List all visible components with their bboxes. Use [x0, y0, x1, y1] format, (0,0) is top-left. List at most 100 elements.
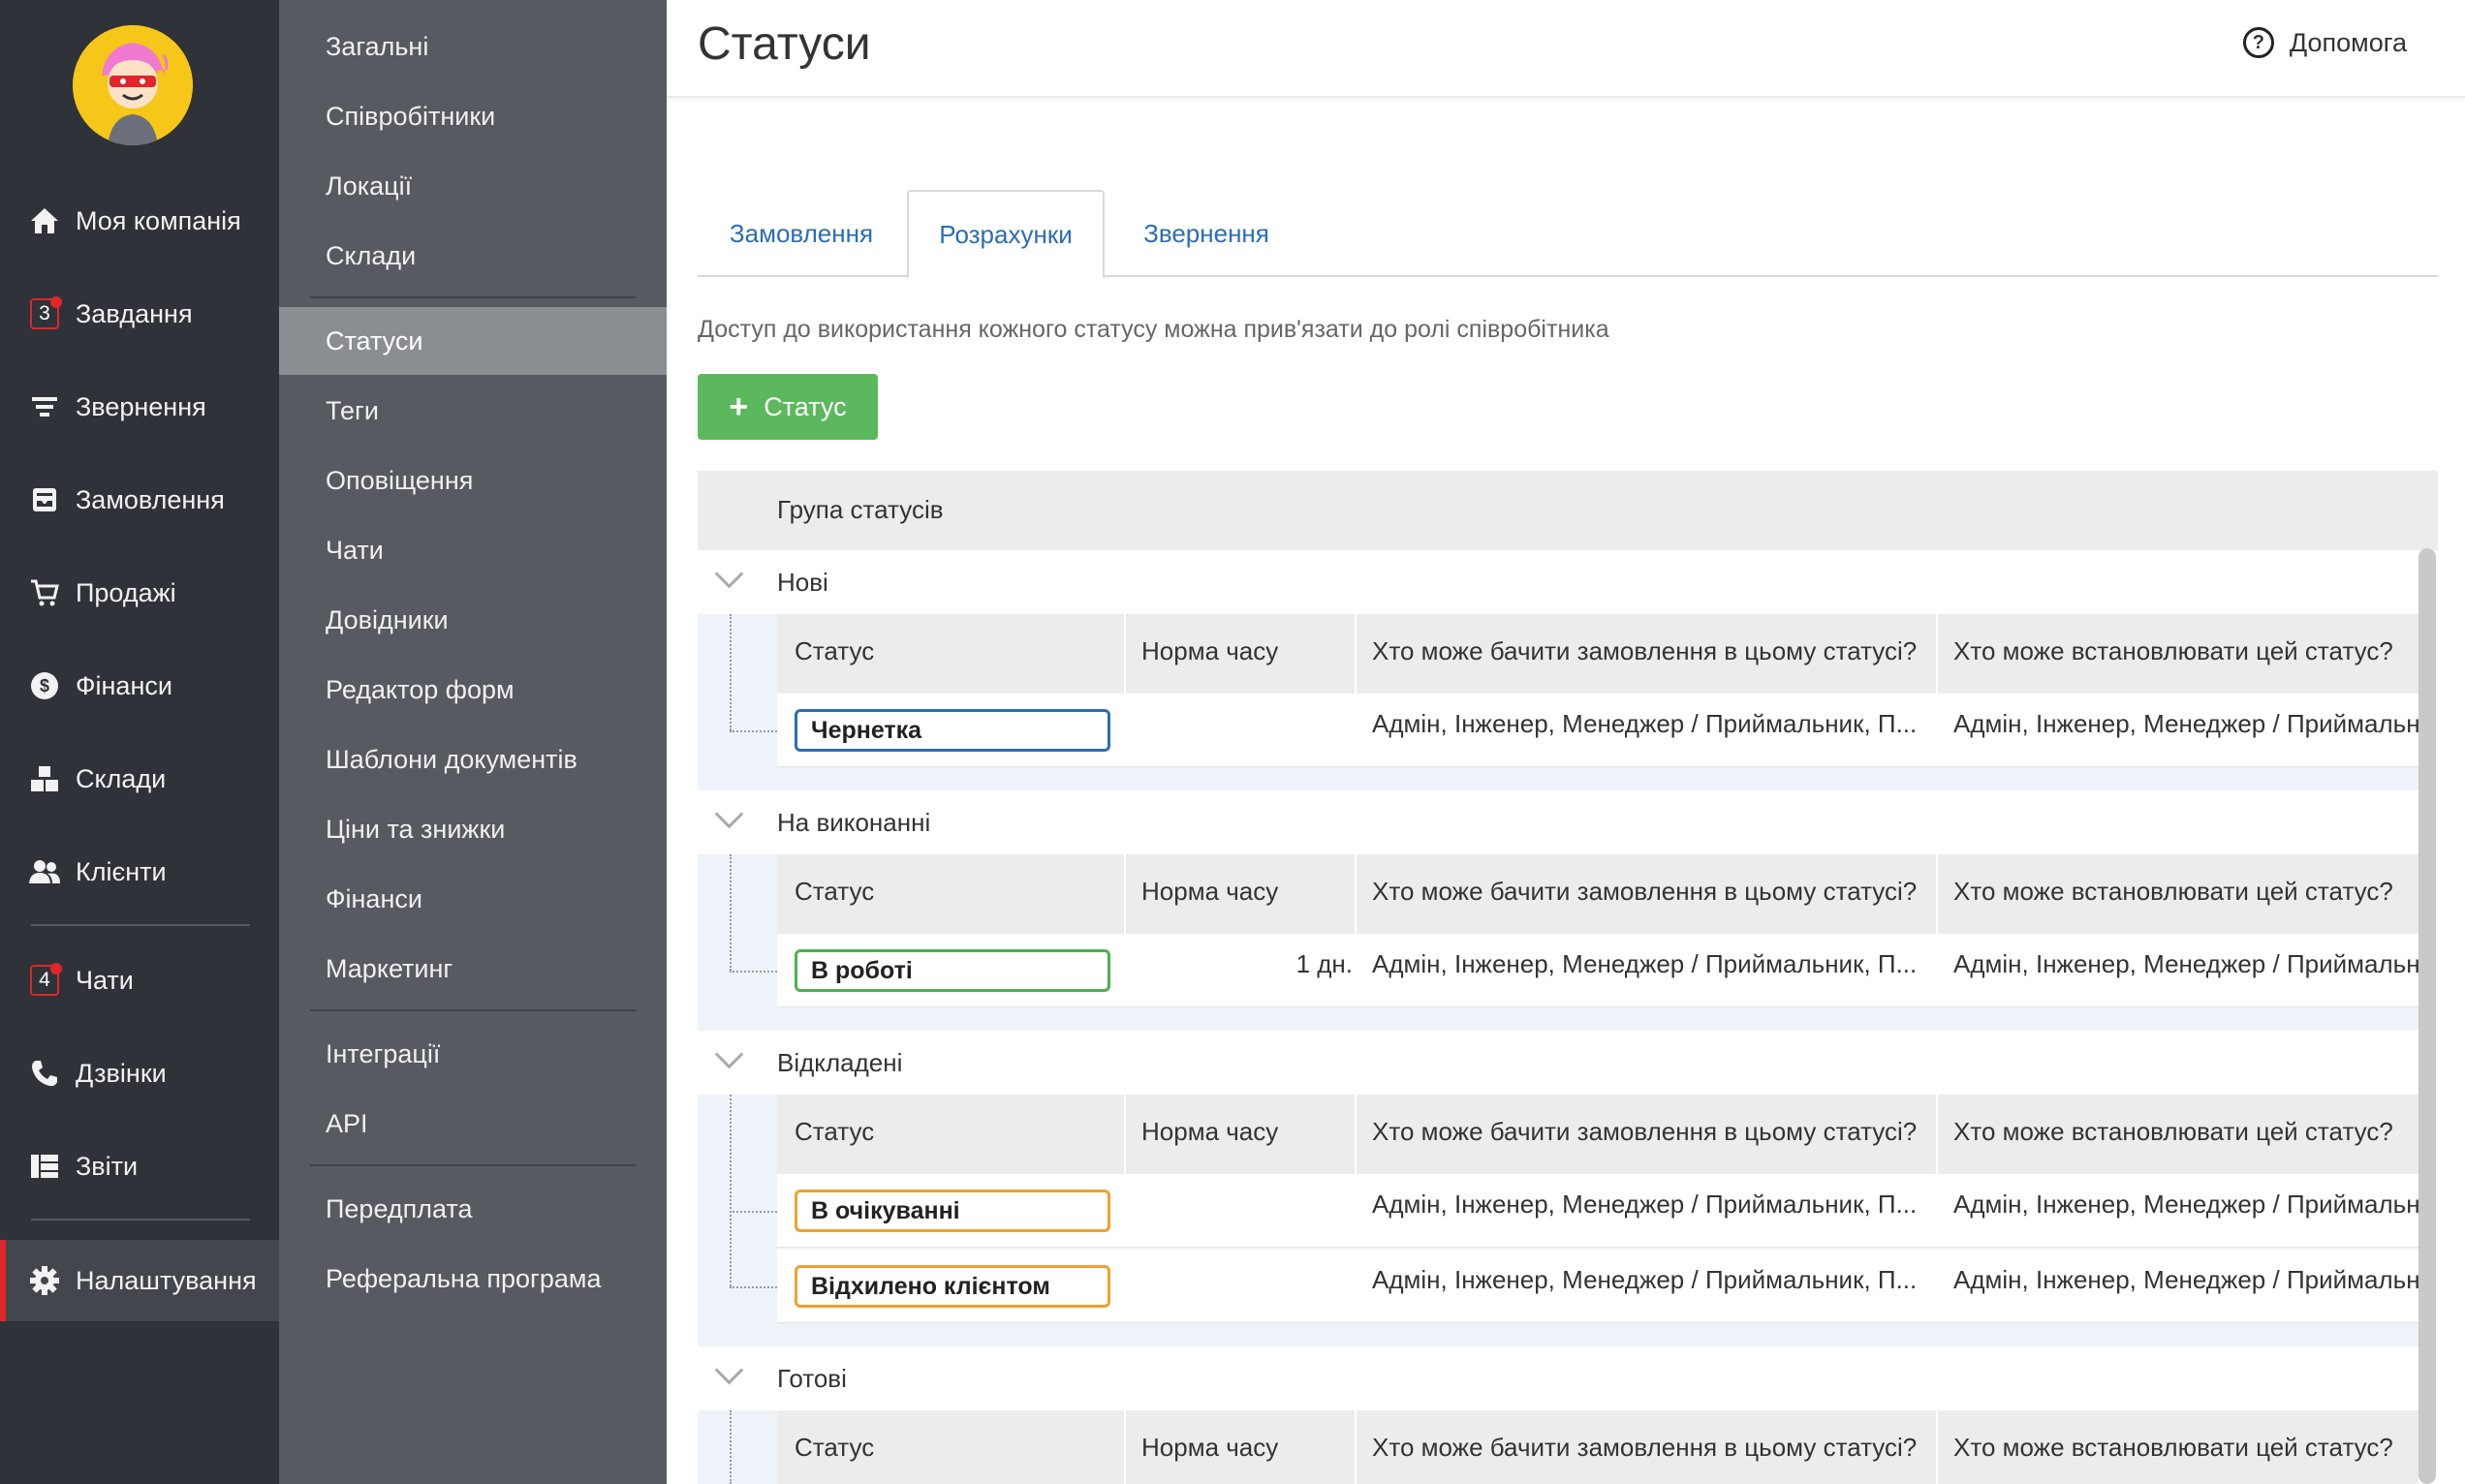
status-group-title[interactable]: На виконанні — [698, 790, 2418, 854]
nav-item-orders[interactable]: Замовлення — [0, 465, 279, 535]
subnav-item-referral-program[interactable]: Реферальна програма — [279, 1245, 667, 1313]
who-can-see-cell: Адмін, Інженер, Менеджер / Приймальник, … — [1372, 709, 1918, 738]
chat-icon: 4 — [27, 963, 62, 998]
nav-item-clients[interactable]: Клієнти — [0, 837, 279, 907]
subnav-item-directories[interactable]: Довідники — [279, 586, 667, 654]
chevron-down-icon[interactable] — [713, 564, 744, 595]
col-separator — [1355, 1410, 1357, 1484]
subnav-item-notifications[interactable]: Оповіщення — [279, 447, 667, 514]
add-status-button[interactable]: + Статус — [698, 374, 878, 440]
nav-item-calls[interactable]: Дзвінки — [0, 1038, 279, 1108]
group-body: Статус Норма часу Хто може бачити замовл… — [698, 854, 2418, 1031]
status-group-title[interactable]: Готові — [698, 1346, 2418, 1410]
nav-item-requests[interactable]: Звернення — [0, 372, 279, 442]
table-row[interactable]: В очікуванні Адмін, Інженер, Менеджер / … — [777, 1174, 2418, 1248]
question-icon: ? — [2242, 27, 2274, 58]
subnav-item-form-editor[interactable]: Редактор форм — [279, 656, 667, 724]
col-separator — [1936, 1410, 1938, 1484]
status-group-title[interactable]: Нові — [698, 550, 2418, 614]
nav-item-label: Чати — [76, 965, 134, 995]
col-time-norm: Норма часу — [1141, 1433, 1279, 1462]
tree-line — [730, 1095, 732, 1286]
subnav-item-api[interactable]: API — [279, 1090, 667, 1158]
subnav-item-finance[interactable]: Фінанси — [279, 865, 667, 933]
nav-item-label: Дзвінки — [76, 1058, 167, 1088]
notification-dot — [50, 963, 62, 974]
col-time-norm: Норма часу — [1141, 1117, 1279, 1146]
col-who-can-set: Хто може встановлювати цей статус? — [1953, 877, 2393, 906]
status-columns-header: Статус Норма часу Хто може бачити замовл… — [777, 1095, 2418, 1174]
nav-divider — [31, 1219, 250, 1221]
col-who-can-set: Хто може встановлювати цей статус? — [1953, 1117, 2393, 1146]
tasks-icon: 3 — [27, 296, 62, 331]
col-who-can-see: Хто може бачити замовлення в цьому стату… — [1372, 1117, 1918, 1146]
who-can-see-cell: Адмін, Інженер, Менеджер / Приймальник, … — [1372, 949, 1918, 978]
status-chip[interactable]: Відхилено клієнтом — [795, 1265, 1110, 1308]
subnav-item-prices-discounts[interactable]: Ціни та знижки — [279, 795, 667, 863]
who-can-set-cell: Адмін, Інженер, Менеджер / Приймальник — [1953, 949, 2418, 978]
col-separator — [1124, 854, 1126, 934]
subnav-item-integrations[interactable]: Інтеграції — [279, 1020, 667, 1088]
status-columns-header: Статус Норма часу Хто може бачити замовл… — [777, 1410, 2418, 1484]
subnav-item-marketing[interactable]: Маркетинг — [279, 935, 667, 1003]
chevron-down-icon[interactable] — [713, 1360, 744, 1391]
tab-requests[interactable]: Звернення — [1105, 190, 1308, 277]
group-name: Відкладені — [777, 1048, 903, 1077]
nav-item-label: Завдання — [76, 298, 193, 328]
tab-orders[interactable]: Замовлення — [698, 190, 905, 277]
col-separator — [1124, 1410, 1126, 1484]
tree-line — [730, 614, 732, 730]
users-icon — [27, 854, 62, 889]
subnav-divider — [310, 1009, 636, 1011]
subnav-item-document-templates[interactable]: Шаблони документів — [279, 726, 667, 793]
subnav-item-warehouses[interactable]: Склади — [279, 222, 667, 290]
status-tabs: Замовлення Розрахунки Звернення — [698, 190, 2438, 279]
col-status: Статус — [795, 636, 875, 665]
nav-item-reports[interactable]: Звіти — [0, 1131, 279, 1201]
subnav-item-statuses[interactable]: Статуси — [279, 307, 667, 375]
col-separator — [1355, 1095, 1357, 1174]
status-columns-header: Статус Норма часу Хто може бачити замовл… — [777, 854, 2418, 934]
nav-item-settings[interactable]: Налаштування — [0, 1240, 279, 1321]
nav-item-label: Фінанси — [76, 670, 172, 700]
col-separator — [1936, 1095, 1938, 1174]
status-group: Нові Статус Норма часу Хто може бачити з… — [698, 550, 2418, 790]
tree-line — [730, 730, 780, 732]
table-row[interactable]: Чернетка Адмін, Інженер, Менеджер / Прий… — [777, 694, 2418, 767]
settings-subnav: Загальні Співробітники Локації Склади Ст… — [279, 0, 667, 1484]
nav-item-tasks[interactable]: 3 Завдання — [0, 279, 279, 349]
table-row[interactable]: Відхилено клієнтом Адмін, Інженер, Менед… — [777, 1250, 2418, 1323]
chevron-down-icon[interactable] — [713, 1044, 744, 1075]
nav-item-finance[interactable]: $ Фінанси — [0, 651, 279, 721]
status-columns-header: Статус Норма часу Хто може бачити замовл… — [777, 614, 2418, 694]
status-chip[interactable]: В очікуванні — [795, 1190, 1110, 1232]
status-group-title[interactable]: Відкладені — [698, 1031, 2418, 1095]
status-chip[interactable]: Чернетка — [795, 709, 1110, 752]
col-status: Статус — [795, 877, 875, 906]
help-link[interactable]: ? Допомога — [2242, 27, 2407, 58]
subnav-item-locations[interactable]: Локації — [279, 152, 667, 220]
nav-item-warehouses[interactable]: Склади — [0, 744, 279, 814]
chevron-down-icon[interactable] — [713, 804, 744, 835]
nav-item-my-company[interactable]: Моя компанія — [0, 186, 279, 256]
col-who-can-set: Хто може встановлювати цей статус? — [1953, 636, 2393, 665]
nav-item-chats[interactable]: 4 Чати — [0, 945, 279, 1015]
time-norm-cell: 1 дн. — [1295, 949, 1353, 978]
subnav-item-subscription[interactable]: Передплата — [279, 1175, 667, 1243]
table-header: Група статусів — [698, 471, 2438, 550]
tab-payments[interactable]: Розрахунки — [907, 190, 1105, 279]
subnav-item-chats[interactable]: Чати — [279, 516, 667, 584]
who-can-set-cell: Адмін, Інженер, Менеджер / Приймальник — [1953, 1265, 2418, 1294]
table-scrollbar[interactable] — [2418, 548, 2436, 1484]
subnav-item-tags[interactable]: Теги — [279, 377, 667, 445]
status-group: Відкладені Статус Норма часу Хто може ба… — [698, 1031, 2418, 1346]
nav-item-sales[interactable]: Продажі — [0, 558, 279, 628]
col-who-can-see: Хто може бачити замовлення в цьому стату… — [1372, 877, 1918, 906]
main-sidebar: Моя компанія 3 Завдання Звернення Замовл… — [0, 0, 279, 1484]
subnav-item-employees[interactable]: Співробітники — [279, 82, 667, 150]
avatar[interactable] — [73, 25, 193, 145]
table-row[interactable]: В роботі 1 дн. Адмін, Інженер, Менеджер … — [777, 934, 2418, 1007]
status-group: На виконанні Статус Норма часу Хто може … — [698, 790, 2418, 1031]
col-time-norm: Норма часу — [1141, 877, 1279, 906]
subnav-item-general[interactable]: Загальні — [279, 13, 667, 80]
